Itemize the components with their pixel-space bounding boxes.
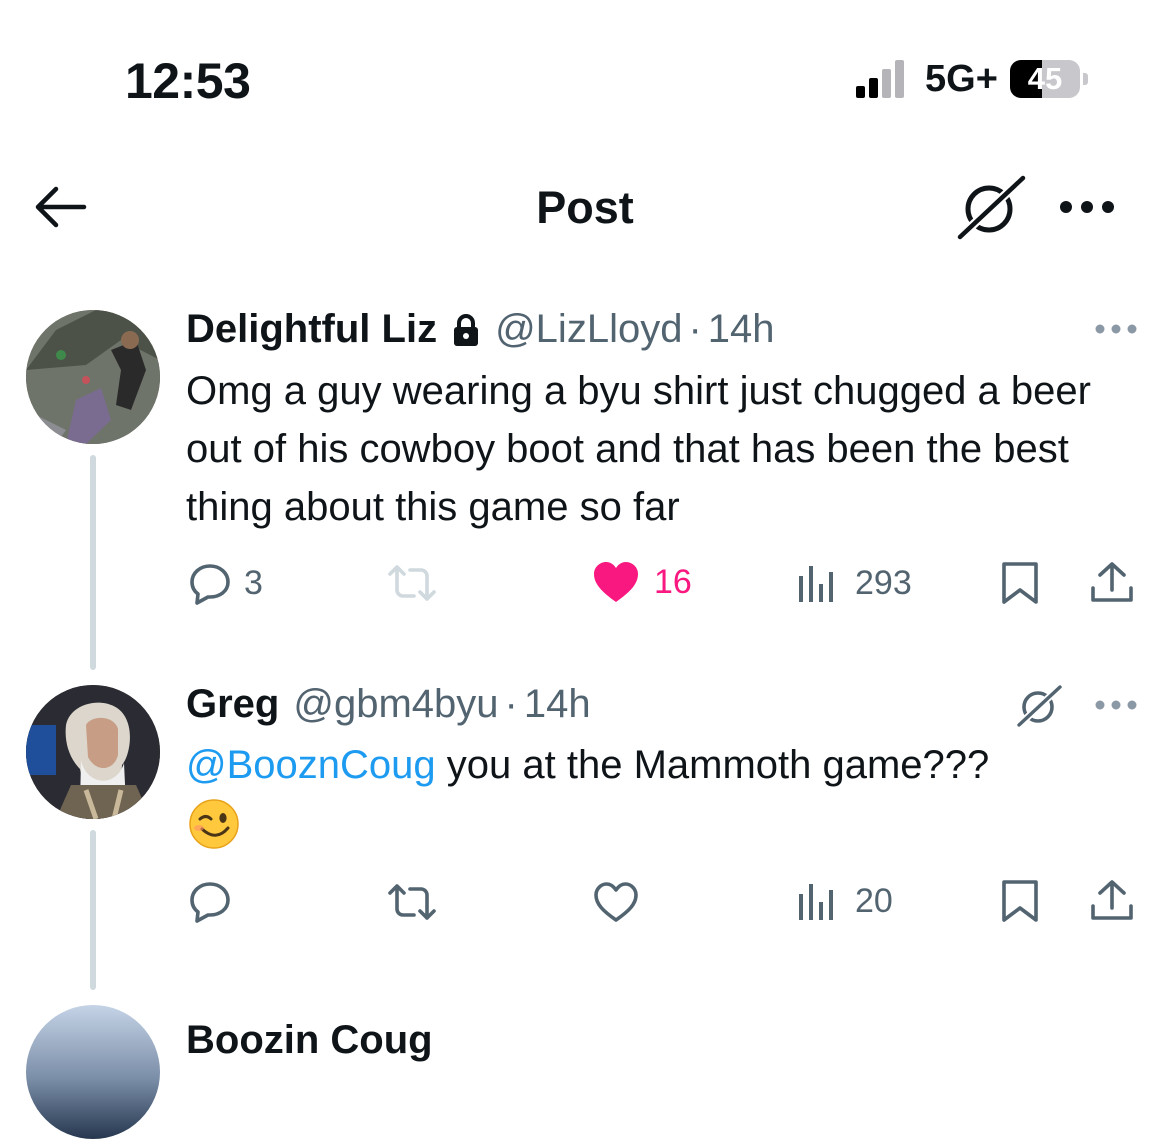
more-horizontal-icon[interactable] bbox=[1058, 195, 1116, 219]
heart-filled-icon bbox=[594, 562, 638, 602]
tweet-body: you at the Mammoth game??? bbox=[435, 743, 990, 787]
views-icon bbox=[799, 884, 833, 920]
like-button[interactable]: 16 bbox=[592, 560, 692, 604]
repost-button[interactable] bbox=[386, 563, 438, 603]
battery-icon: 45 bbox=[1010, 60, 1088, 98]
profile-photo bbox=[26, 685, 160, 819]
grok-icon[interactable] bbox=[955, 175, 1027, 240]
author-handle[interactable]: @gbm4byu bbox=[293, 682, 498, 727]
avatar[interactable] bbox=[26, 1005, 160, 1139]
tweet-header: Greg @gbm4byu · 14h bbox=[186, 682, 591, 727]
reply-icon bbox=[190, 882, 230, 923]
view-count: 20 bbox=[855, 881, 893, 920]
reply-button[interactable]: 3 bbox=[188, 561, 263, 605]
tweet-header: Boozin Coug bbox=[186, 1018, 433, 1063]
tweet-header: Delightful Liz @LizLloyd · 14h bbox=[186, 307, 775, 352]
views-button[interactable]: 293 bbox=[797, 562, 912, 604]
cellular-signal-icon bbox=[856, 60, 904, 98]
avatar[interactable] bbox=[26, 685, 160, 819]
bookmark-icon[interactable] bbox=[1000, 878, 1040, 924]
tweet-text: Omg a guy wearing a byu shirt just chugg… bbox=[186, 369, 1091, 529]
more-options-icon[interactable] bbox=[1094, 322, 1138, 336]
author-name[interactable]: Boozin Coug bbox=[186, 1018, 433, 1063]
thread-line bbox=[90, 455, 96, 670]
battery-level: 45 bbox=[1027, 61, 1063, 96]
tweet-text: @BooznCoug you at the Mammoth game??? bbox=[186, 736, 1136, 794]
thread-line bbox=[90, 830, 96, 990]
author-name[interactable]: Greg bbox=[186, 682, 279, 727]
views-button[interactable]: 20 bbox=[797, 880, 893, 922]
heart-outline-icon bbox=[594, 882, 638, 922]
separator-dot: · bbox=[688, 307, 702, 351]
tweet-timestamp[interactable]: 14h bbox=[524, 682, 591, 727]
share-icon[interactable] bbox=[1088, 560, 1136, 606]
share-icon[interactable] bbox=[1088, 878, 1136, 924]
author-name[interactable]: Delightful Liz bbox=[186, 307, 437, 352]
author-handle[interactable]: @LizLloyd bbox=[495, 307, 682, 352]
tweet-timestamp[interactable]: 14h bbox=[708, 307, 775, 352]
more-options-icon[interactable] bbox=[1094, 698, 1138, 712]
reply-button[interactable] bbox=[188, 879, 232, 923]
reply-icon bbox=[190, 564, 230, 605]
like-count: 16 bbox=[654, 562, 692, 601]
reply-count: 3 bbox=[244, 563, 263, 602]
bookmark-icon[interactable] bbox=[1000, 560, 1040, 606]
views-icon bbox=[799, 566, 833, 602]
network-type: 5G+ bbox=[925, 58, 998, 100]
winking-face-emoji: 😉 bbox=[188, 798, 240, 850]
repost-icon bbox=[388, 884, 436, 920]
status-time: 12:53 bbox=[125, 53, 251, 109]
grok-icon[interactable] bbox=[1015, 684, 1063, 728]
repost-icon bbox=[388, 565, 436, 601]
view-count: 293 bbox=[855, 563, 912, 602]
climber-photo bbox=[26, 310, 160, 444]
like-button[interactable] bbox=[592, 880, 640, 924]
repost-button[interactable] bbox=[386, 882, 438, 922]
mention-link[interactable]: @BooznCoug bbox=[186, 743, 436, 787]
lock-icon bbox=[454, 313, 479, 346]
separator-dot: · bbox=[504, 682, 518, 726]
avatar[interactable] bbox=[26, 310, 160, 444]
